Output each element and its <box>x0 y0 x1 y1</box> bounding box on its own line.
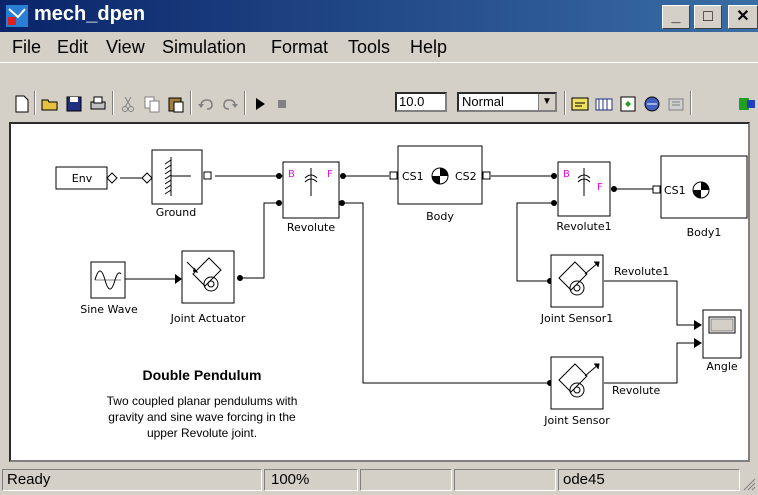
body-port-right <box>482 171 491 180</box>
save-icon[interactable] <box>64 94 84 114</box>
menu-view[interactable]: View <box>106 37 145 58</box>
simulink-app-icon[interactable] <box>6 5 28 27</box>
angle-scope-block-label: Angle <box>706 360 738 373</box>
chevron-down-icon[interactable]: ▼ <box>538 94 555 110</box>
menu-bar: File Edit View Simulation Format Tools H… <box>0 32 758 62</box>
scope-icon <box>708 316 736 334</box>
library-browser-icon[interactable] <box>594 94 614 114</box>
resize-grip-icon[interactable] <box>742 477 756 491</box>
title-bar: mech_dpen _ □ ✕ <box>0 0 758 32</box>
debugger-icon[interactable] <box>666 94 686 114</box>
toolbar-separator <box>112 91 114 115</box>
ground-block[interactable] <box>151 149 203 205</box>
ground-port-icon <box>141 172 153 184</box>
toolbar-overflow-icon[interactable] <box>737 94 757 114</box>
revolute-port-b: B <box>288 169 295 180</box>
copy-icon[interactable] <box>142 94 162 114</box>
body1-block-label: Body1 <box>687 226 722 239</box>
undo-icon[interactable] <box>196 94 216 114</box>
status-bar: Ready 100% ode45 <box>0 467 758 495</box>
connection-revolute-sensor <box>342 202 550 384</box>
connection-actuator-revolute <box>240 202 279 279</box>
annotation-line-2: gravity and sine wave forcing in the <box>108 410 296 424</box>
start-simulation-icon[interactable] <box>250 94 270 114</box>
body-cs2-label: CS2 <box>455 170 477 183</box>
signal-revolute1 <box>604 280 701 326</box>
body1-center-of-mass-icon <box>692 181 710 199</box>
redo-icon[interactable] <box>220 94 240 114</box>
open-folder-icon[interactable] <box>40 94 60 114</box>
revolute-port-f: F <box>327 169 333 180</box>
menu-file[interactable]: File <box>12 37 41 58</box>
revolute-block-label: Revolute <box>287 221 335 234</box>
ground-block-label: Ground <box>156 206 196 219</box>
connection-revolute1-sensor1 <box>516 202 554 282</box>
annotation-line-1: Two coupled planar pendulums with <box>107 394 298 408</box>
revolute1-block-label: Revolute1 <box>556 220 611 233</box>
window-title: mech_dpen <box>34 3 146 25</box>
status-pane-empty-2 <box>454 469 556 491</box>
print-icon[interactable] <box>88 94 108 114</box>
status-zoom: 100% <box>264 469 358 491</box>
minimize-button[interactable]: _ <box>662 5 690 29</box>
menu-format[interactable]: Format <box>271 37 328 58</box>
close-button[interactable]: ✕ <box>728 5 758 29</box>
status-pane-empty-1 <box>360 469 452 491</box>
ground-conn-port <box>203 171 212 180</box>
paste-icon[interactable] <box>166 94 186 114</box>
cut-icon[interactable] <box>118 94 138 114</box>
joint-actuator-block-label: Joint Actuator <box>170 312 246 325</box>
simulation-mode-select[interactable]: Normal ▼ <box>457 92 557 112</box>
signal-revolute <box>604 342 701 384</box>
annotation-line-3: upper Revolute joint. <box>147 426 257 440</box>
joint-sensor-block-label: Joint Sensor <box>543 414 610 427</box>
maximize-button[interactable]: □ <box>694 5 722 29</box>
env-block-label: Env <box>72 172 93 185</box>
block-diagram: Env Ground B F Revolute CS1 CS2 Body B F… <box>55 145 748 440</box>
body1-cs1-label: CS1 <box>664 184 686 197</box>
annotation-title: Double Pendulum <box>143 367 262 383</box>
body1-port-left <box>652 185 661 194</box>
model-explorer-icon[interactable] <box>642 94 662 114</box>
stop-time-input[interactable]: 10.0 <box>395 92 447 112</box>
toolbar-separator <box>34 91 36 115</box>
model-canvas[interactable]: Env Ground B F Revolute CS1 CS2 Body B F… <box>9 122 750 462</box>
build-icon[interactable] <box>570 94 590 114</box>
signal-label-revolute: Revolute <box>612 384 660 397</box>
signal-label-revolute1: Revolute1 <box>614 265 669 278</box>
menu-help[interactable]: Help <box>410 37 447 58</box>
body-center-of-mass-icon <box>431 167 449 185</box>
env-port-icon <box>106 172 118 184</box>
menu-simulation[interactable]: Simulation <box>162 37 246 58</box>
revolute1-port-f: F <box>597 182 603 193</box>
status-solver: ode45 <box>558 469 740 491</box>
new-model-icon[interactable] <box>12 94 32 114</box>
body-block-label: Body <box>426 210 454 223</box>
menu-edit[interactable]: Edit <box>57 37 88 58</box>
toolbar-separator <box>244 91 246 115</box>
toolbar-separator <box>690 91 692 115</box>
revolute1-port-b: B <box>563 169 570 180</box>
sine-wave-block-label: Sine Wave <box>80 303 138 316</box>
update-diagram-icon[interactable] <box>618 94 638 114</box>
stop-simulation-icon[interactable] <box>272 94 292 114</box>
toolbar-separator <box>564 91 566 115</box>
joint-sensor1-block-label: Joint Sensor1 <box>540 312 614 325</box>
toolbar-separator <box>190 91 192 115</box>
body-cs1-label: CS1 <box>402 170 424 183</box>
simulation-mode-value: Normal <box>462 94 504 109</box>
body-port-left <box>389 171 398 180</box>
status-message: Ready <box>2 469 262 491</box>
menu-tools[interactable]: Tools <box>348 37 390 58</box>
